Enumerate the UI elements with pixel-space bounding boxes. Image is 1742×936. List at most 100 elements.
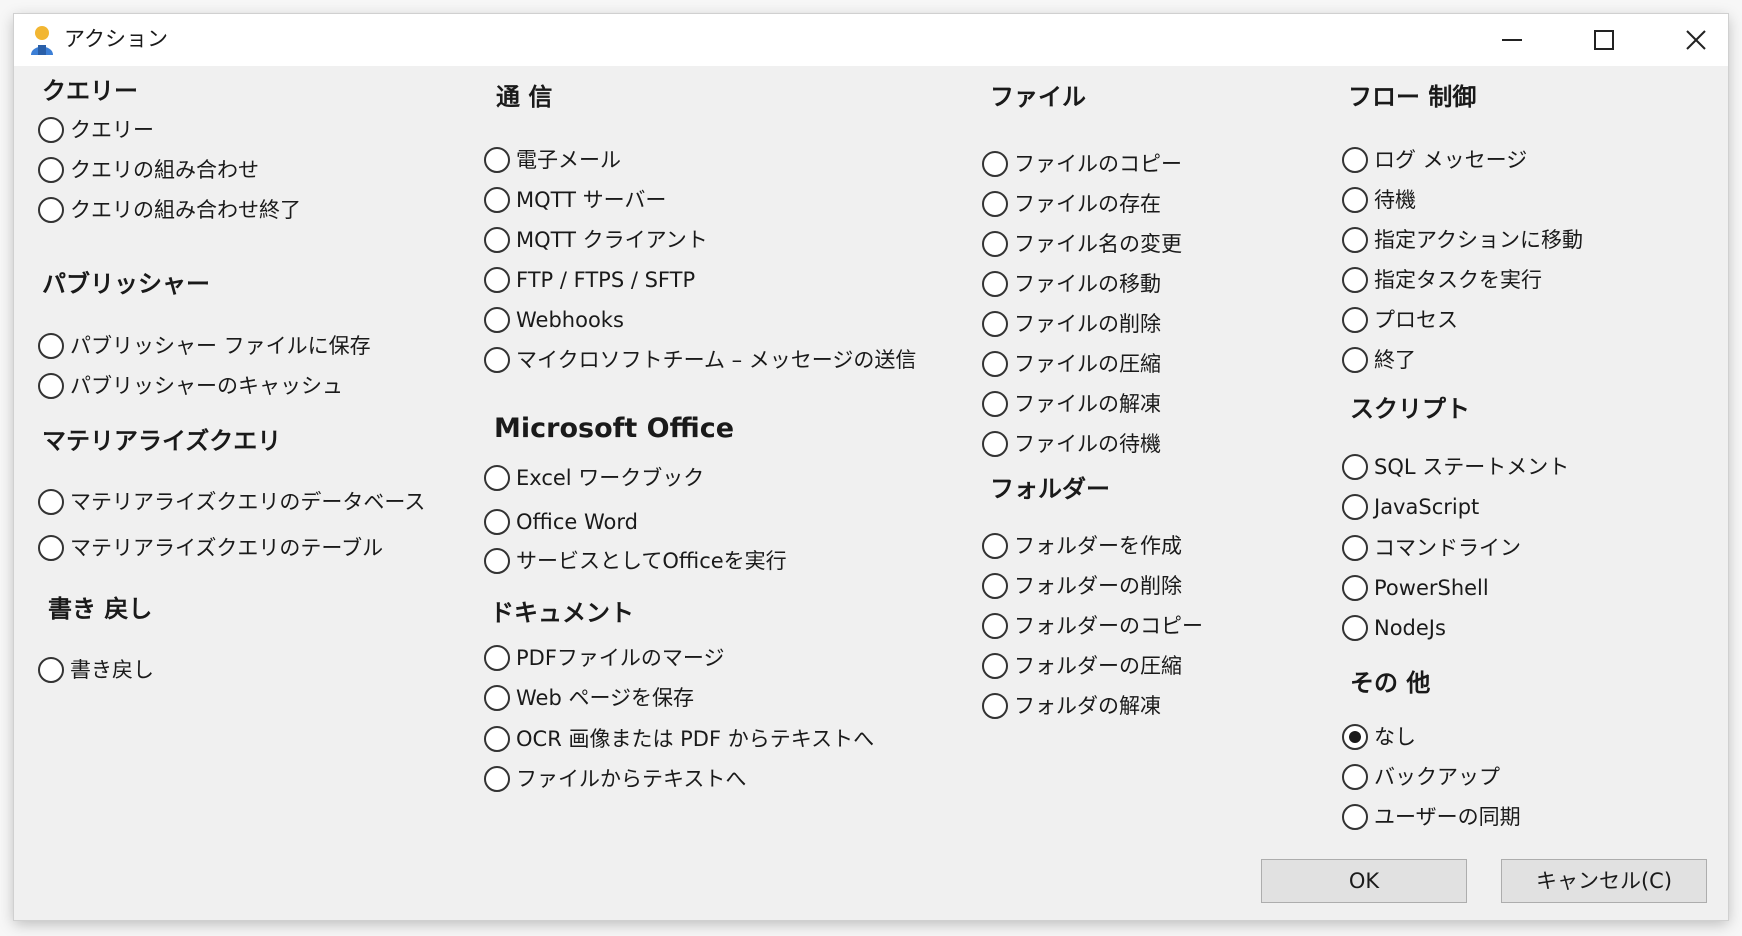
radio-button[interactable] [1342, 535, 1368, 561]
radio-button[interactable] [484, 685, 510, 711]
radio-button[interactable] [982, 391, 1008, 417]
radio-button[interactable] [1342, 764, 1368, 790]
radio-sql-statement[interactable]: SQL ステートメント [1342, 451, 1569, 483]
radio-button[interactable] [982, 533, 1008, 559]
radio-goto-action[interactable]: 指定アクションに移動 [1342, 224, 1583, 256]
radio-button[interactable] [484, 147, 510, 173]
radio-folder-create[interactable]: フォルダーを作成 [982, 530, 1182, 562]
radio-user-sync[interactable]: ユーザーの同期 [1342, 801, 1521, 833]
radio-materialized-database[interactable]: マテリアライズクエリのデータベース [38, 486, 425, 518]
radio-button[interactable] [982, 191, 1008, 217]
radio-button[interactable] [38, 197, 64, 223]
radio-button[interactable] [484, 307, 510, 333]
radio-teams-message[interactable]: マイクロソフトチーム – メッセージの送信 [484, 344, 916, 376]
radio-button[interactable] [38, 333, 64, 359]
radio-button[interactable] [484, 548, 510, 574]
radio-publisher-cache[interactable]: パブリッシャーのキャッシュ [38, 370, 343, 402]
radio-button[interactable] [982, 573, 1008, 599]
radio-file-compress[interactable]: ファイルの圧縮 [982, 348, 1161, 380]
radio-button[interactable] [484, 726, 510, 752]
radio-folder-extract[interactable]: フォルダの解凍 [982, 690, 1161, 722]
minimize-button[interactable] [1466, 14, 1558, 66]
ok-button[interactable]: OK [1261, 859, 1467, 903]
radio-button[interactable] [38, 489, 64, 515]
radio-powershell[interactable]: PowerShell [1342, 572, 1489, 604]
radio-file-delete[interactable]: ファイルの削除 [982, 308, 1161, 340]
radio-button[interactable] [38, 157, 64, 183]
radio-button[interactable] [1342, 804, 1368, 830]
radio-ftp[interactable]: FTP / FTPS / SFTP [484, 264, 695, 296]
radio-file-copy[interactable]: ファイルのコピー [982, 148, 1182, 180]
radio-button[interactable] [1342, 147, 1368, 173]
radio-run-task[interactable]: 指定タスクを実行 [1342, 264, 1542, 296]
cancel-button[interactable]: キャンセル(C) [1501, 859, 1707, 903]
radio-mqtt-server[interactable]: MQTT サーバー [484, 184, 666, 216]
radio-button[interactable] [484, 509, 510, 535]
radio-log-message[interactable]: ログ メッセージ [1342, 144, 1527, 176]
radio-folder-compress[interactable]: フォルダーの圧縮 [982, 650, 1182, 682]
radio-query[interactable]: クエリー [38, 114, 154, 146]
radio-nodejs[interactable]: NodeJs [1342, 612, 1446, 644]
radio-button[interactable] [982, 311, 1008, 337]
radio-button[interactable] [982, 351, 1008, 377]
radio-button[interactable] [982, 231, 1008, 257]
radio-mqtt-client[interactable]: MQTT クライアント [484, 224, 708, 256]
radio-pdf-merge[interactable]: PDFファイルのマージ [484, 642, 725, 674]
radio-file-exists[interactable]: ファイルの存在 [982, 188, 1161, 220]
radio-button[interactable] [1342, 187, 1368, 213]
radio-button[interactable] [982, 271, 1008, 297]
radio-button[interactable] [484, 465, 510, 491]
radio-file-wait[interactable]: ファイルの待機 [982, 428, 1161, 460]
radio-button[interactable] [484, 227, 510, 253]
radio-button[interactable] [982, 431, 1008, 457]
radio-button[interactable] [1342, 615, 1368, 641]
radio-ocr-to-text[interactable]: OCR 画像または PDF からテキストへ [484, 723, 874, 755]
radio-button[interactable] [1342, 227, 1368, 253]
radio-button[interactable] [484, 267, 510, 293]
radio-folder-delete[interactable]: フォルダーの削除 [982, 570, 1182, 602]
radio-button[interactable] [1342, 454, 1368, 480]
maximize-button[interactable] [1558, 14, 1650, 66]
radio-email[interactable]: 電子メール [484, 144, 621, 176]
radio-button[interactable] [38, 117, 64, 143]
radio-button[interactable] [982, 151, 1008, 177]
radio-command-line[interactable]: コマンドライン [1342, 532, 1521, 564]
radio-button[interactable] [1342, 494, 1368, 520]
radio-button[interactable] [38, 373, 64, 399]
radio-button[interactable] [1342, 267, 1368, 293]
radio-excel-workbook[interactable]: Excel ワークブック [484, 462, 704, 494]
radio-file-to-text[interactable]: ファイルからテキストへ [484, 763, 746, 795]
radio-button[interactable] [982, 613, 1008, 639]
radio-none[interactable]: なし [1342, 721, 1416, 753]
radio-button[interactable] [1342, 347, 1368, 373]
radio-button[interactable] [1342, 575, 1368, 601]
radio-file-move[interactable]: ファイルの移動 [982, 268, 1161, 300]
radio-button[interactable] [484, 766, 510, 792]
close-button[interactable] [1650, 14, 1742, 66]
radio-file-rename[interactable]: ファイル名の変更 [982, 228, 1182, 260]
radio-button[interactable] [982, 653, 1008, 679]
radio-end[interactable]: 終了 [1342, 344, 1416, 376]
radio-file-extract[interactable]: ファイルの解凍 [982, 388, 1161, 420]
radio-button-checked[interactable] [1342, 724, 1368, 750]
radio-wait[interactable]: 待機 [1342, 184, 1416, 216]
radio-button[interactable] [1342, 307, 1368, 333]
radio-button[interactable] [982, 693, 1008, 719]
radio-webhooks[interactable]: Webhooks [484, 304, 624, 336]
radio-backup[interactable]: バックアップ [1342, 761, 1500, 793]
radio-process[interactable]: プロセス [1342, 304, 1458, 336]
radio-query-combine-end[interactable]: クエリの組み合わせ終了 [38, 194, 301, 226]
radio-javascript[interactable]: JavaScript [1342, 491, 1479, 523]
radio-query-combine[interactable]: クエリの組み合わせ [38, 154, 259, 186]
radio-button[interactable] [484, 645, 510, 671]
radio-publisher-save-file[interactable]: パブリッシャー ファイルに保存 [38, 330, 371, 362]
radio-button[interactable] [38, 657, 64, 683]
radio-materialized-table[interactable]: マテリアライズクエリのテーブル [38, 532, 383, 564]
radio-office-word[interactable]: Office Word [484, 506, 638, 538]
radio-office-service[interactable]: サービスとしてOfficeを実行 [484, 545, 787, 577]
radio-button[interactable] [484, 347, 510, 373]
radio-folder-copy[interactable]: フォルダーのコピー [982, 610, 1203, 642]
radio-writeback[interactable]: 書き戻し [38, 654, 154, 686]
radio-button[interactable] [38, 535, 64, 561]
radio-button[interactable] [484, 187, 510, 213]
